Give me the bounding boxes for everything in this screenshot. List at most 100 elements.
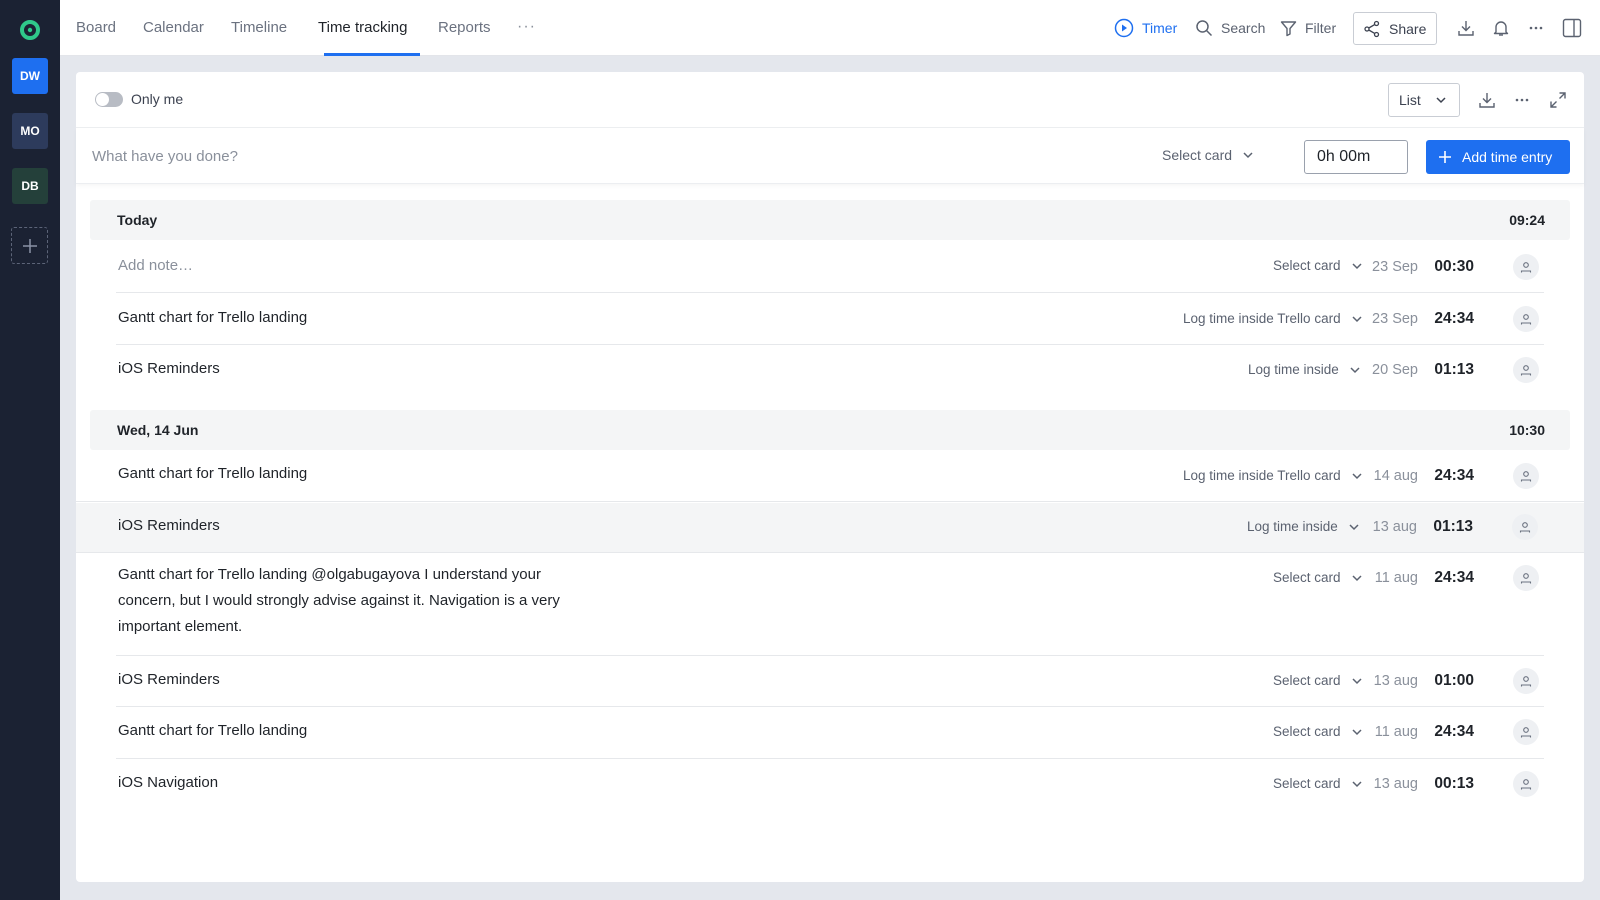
table-row[interactable]: Gantt chart for Trello landing @olgabuga… — [76, 554, 1584, 656]
tab-timeline[interactable]: Timeline — [231, 0, 287, 56]
search-label: Search — [1221, 20, 1266, 36]
add-time-entry-button[interactable]: Add time entry — [1426, 140, 1570, 174]
table-row[interactable]: Gantt chart for Trello landing Log time … — [76, 293, 1584, 345]
filter-button[interactable]: Filter — [1280, 0, 1336, 56]
user-avatar-icon[interactable] — [1513, 254, 1539, 280]
table-row[interactable]: iOS Reminders Log time inside 13 aug 01:… — [76, 503, 1584, 553]
entry-duration[interactable]: 24:34 — [1424, 723, 1474, 741]
user-avatar-icon[interactable] — [1513, 771, 1539, 797]
export-download-icon[interactable] — [1478, 91, 1496, 109]
group-title: Today — [117, 212, 158, 228]
card-select-dropdown[interactable]: Select card — [1273, 673, 1363, 688]
only-me-toggle[interactable] — [95, 92, 123, 107]
table-row[interactable]: Gantt chart for Trello landing Select ca… — [76, 707, 1584, 759]
entry-date: 11 aug — [1374, 724, 1418, 740]
card-select-label: Log time inside — [1248, 362, 1339, 377]
entry-duration[interactable]: 00:13 — [1424, 775, 1474, 793]
filter-icon — [1280, 20, 1297, 36]
more-options-icon[interactable] — [1527, 19, 1545, 37]
card-select-label: Select card — [1273, 258, 1341, 273]
card-select-dropdown[interactable]: Log time inside Trello card — [1183, 468, 1363, 483]
entry-duration[interactable]: 01:13 — [1424, 361, 1474, 379]
entry-date: 23 Sep — [1372, 259, 1418, 275]
card-select-dropdown[interactable]: Log time inside — [1247, 519, 1360, 534]
group-header-wed-14-jun: Wed, 14 Jun 10:30 — [90, 410, 1570, 450]
card-select-dropdown[interactable]: Select card — [1273, 570, 1363, 585]
entry-duration[interactable]: 00:30 — [1424, 258, 1474, 276]
share-label: Share — [1389, 20, 1427, 37]
tab-reports[interactable]: Reports — [438, 0, 491, 56]
note-input[interactable]: Add note… — [118, 253, 193, 279]
user-avatar-icon[interactable] — [1513, 306, 1539, 332]
card-select-dropdown[interactable]: Log time inside — [1248, 362, 1361, 377]
download-icon[interactable] — [1457, 19, 1475, 37]
time-tracking-panel: Only me List Select card Add time entry … — [76, 72, 1584, 882]
group-total: 09:24 — [1509, 212, 1545, 228]
add-time-entry-label: Add time entry — [1462, 149, 1553, 165]
tab-board[interactable]: Board — [76, 0, 116, 56]
timer-button[interactable]: Timer — [1114, 0, 1177, 56]
card-select-label: Select card — [1273, 776, 1341, 791]
user-avatar-icon[interactable] — [1513, 565, 1539, 591]
entry-title: Gantt chart for Trello landing — [118, 465, 308, 482]
panel-toggle-icon[interactable] — [1562, 18, 1582, 38]
workspace-mo[interactable]: MO — [12, 113, 48, 149]
entry-date: 20 Sep — [1372, 362, 1418, 378]
entry-duration[interactable]: 24:34 — [1424, 569, 1474, 587]
table-row[interactable]: Add note… Select card 23 Sep 00:30 — [76, 240, 1584, 293]
card-select-dropdown[interactable]: Log time inside Trello card — [1183, 311, 1363, 326]
entry-duration[interactable]: 24:34 — [1424, 310, 1474, 328]
table-row[interactable]: iOS Reminders Log time inside 20 Sep 01:… — [76, 345, 1584, 397]
entry-select-card-label: Select card — [1162, 147, 1233, 163]
tab-calendar[interactable]: Calendar — [143, 0, 204, 56]
card-select-dropdown[interactable]: Select card — [1273, 258, 1363, 273]
view-mode-select[interactable]: List — [1388, 83, 1460, 117]
chevron-down-icon — [1243, 152, 1253, 159]
new-entry-row: Select card Add time entry — [76, 128, 1584, 184]
card-select-dropdown[interactable]: Select card — [1273, 776, 1363, 791]
entry-title: Gantt chart for Trello landing @olgabuga… — [118, 566, 560, 635]
entry-select-card-dropdown[interactable]: Select card — [1162, 147, 1254, 163]
view-mode-value: List — [1399, 92, 1421, 108]
share-button[interactable]: Share — [1353, 12, 1437, 45]
workspace-dw[interactable]: DW — [12, 58, 48, 94]
card-select-label: Select card — [1273, 724, 1341, 739]
user-avatar-icon[interactable] — [1513, 463, 1539, 489]
entry-date: 13 aug — [1372, 519, 1417, 535]
notifications-bell-icon[interactable] — [1492, 19, 1510, 37]
entry-duration[interactable]: 01:00 — [1424, 672, 1474, 690]
chevron-down-icon — [1436, 97, 1446, 104]
expand-icon[interactable] — [1549, 91, 1567, 109]
user-avatar-icon[interactable] — [1513, 668, 1539, 694]
app-logo-icon[interactable] — [20, 20, 40, 40]
entry-duration[interactable]: 24:34 — [1424, 467, 1474, 485]
panel-toolbar: Only me List — [76, 72, 1584, 128]
table-row[interactable]: Gantt chart for Trello landing Log time … — [76, 450, 1584, 502]
card-select-label: Select card — [1273, 570, 1341, 585]
card-select-dropdown[interactable]: Select card — [1273, 724, 1363, 739]
entry-title: iOS Reminders — [118, 360, 220, 377]
entry-title: Gantt chart for Trello landing — [118, 309, 308, 326]
card-select-label: Select card — [1273, 673, 1341, 688]
panel-more-icon[interactable] — [1513, 91, 1531, 109]
search-button[interactable]: Search — [1195, 0, 1265, 56]
group-header-today: Today 09:24 — [90, 200, 1570, 240]
workspace-db[interactable]: DB — [12, 168, 48, 204]
user-avatar-icon[interactable] — [1513, 357, 1539, 383]
table-row[interactable]: iOS Reminders Select card 13 aug 01:00 — [76, 656, 1584, 707]
only-me-label: Only me — [131, 91, 184, 107]
group-total: 10:30 — [1509, 422, 1545, 438]
more-tabs-button[interactable]: ··· — [517, 18, 536, 36]
entry-date: 23 Sep — [1372, 311, 1418, 327]
tab-time-tracking[interactable]: Time tracking — [318, 0, 407, 56]
entry-title: Gantt chart for Trello landing — [118, 722, 308, 739]
user-avatar-icon[interactable] — [1512, 514, 1538, 540]
entry-title: iOS Reminders — [118, 671, 220, 688]
add-workspace-button[interactable] — [11, 227, 48, 264]
entry-description-input[interactable] — [92, 142, 692, 170]
table-row[interactable]: iOS Navigation Select card 13 aug 00:13 — [76, 759, 1584, 811]
entry-duration[interactable]: 01:13 — [1423, 518, 1473, 536]
entry-title: iOS Navigation — [118, 774, 219, 791]
duration-input[interactable] — [1304, 140, 1408, 174]
user-avatar-icon[interactable] — [1513, 719, 1539, 745]
